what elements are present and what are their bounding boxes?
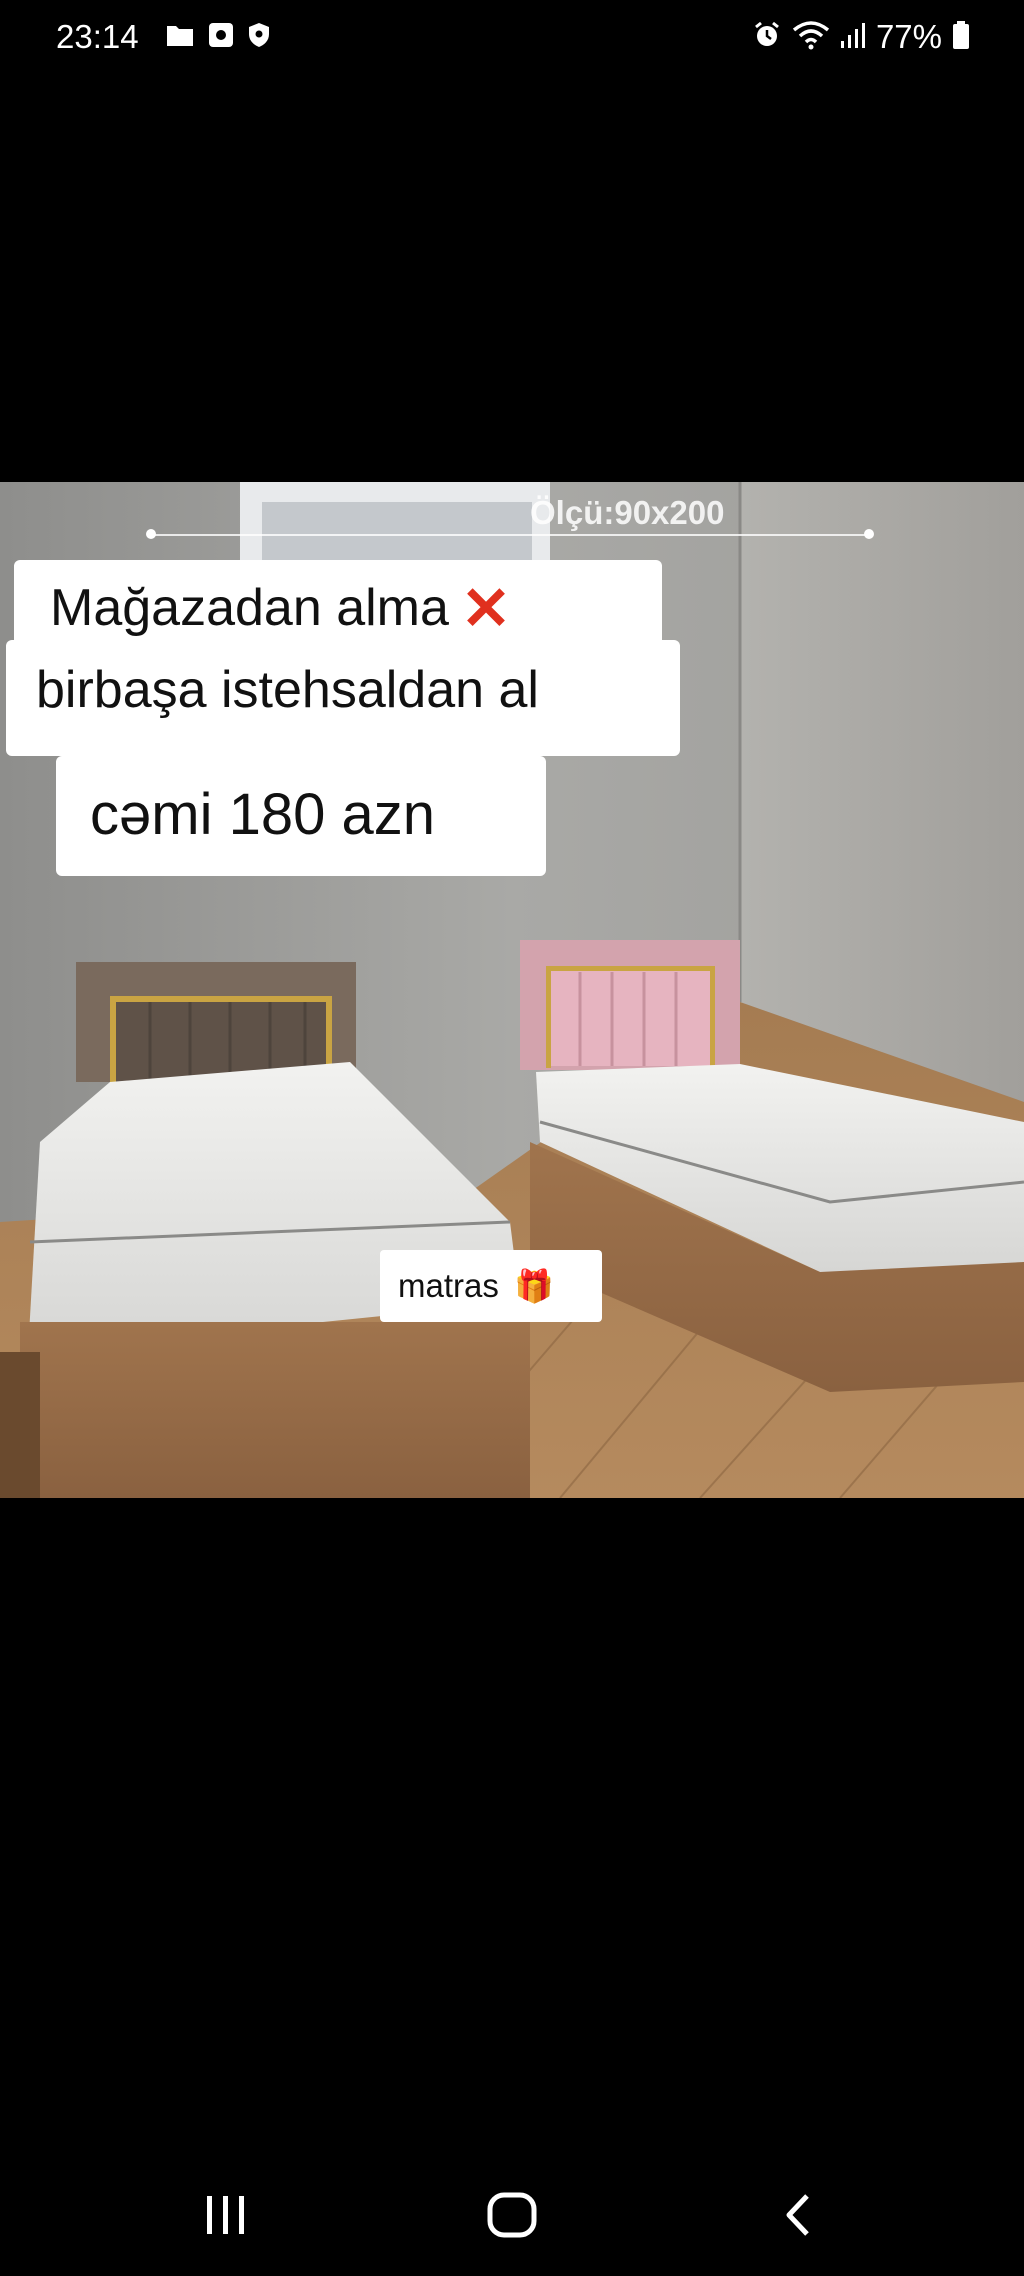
dimension-dot-right [864,529,874,539]
cross-mark-icon: ✕ [460,575,512,642]
status-left-icons [166,22,270,53]
status-bar: 23:14 77% [0,0,1024,80]
navigation-bar [0,2160,1024,2276]
wifi-icon [792,20,830,55]
signal-icon [840,21,866,54]
home-button[interactable] [472,2180,552,2250]
recent-apps-icon [207,2196,244,2234]
headline-line-2: birbaşa istehsaldan al [6,640,680,756]
alarm-icon [752,20,782,55]
battery-icon [952,20,970,55]
mattress-tag: matras 🎁 [380,1250,602,1322]
dimension-label: Ölçü:90x200 [530,494,725,531]
recent-apps-button[interactable] [186,2180,266,2250]
camera-app-icon [208,22,234,53]
dimension-dot-left [146,529,156,539]
back-button[interactable] [758,2180,838,2250]
status-right: 77% [752,18,970,56]
folder-icon [166,23,194,52]
price-text: cəmi 180 azn [90,782,435,847]
back-icon [786,2194,809,2236]
headline-line-2-text: birbaşa istehsaldan al [36,661,539,719]
gift-icon: 🎁 [514,1268,554,1304]
battery-percent: 77% [875,18,942,55]
home-icon [487,2192,537,2238]
dimension-line [150,534,870,536]
headline-line-1-text: Mağazadan alma [50,579,449,637]
shield-icon [248,22,270,53]
mattress-tag-text: matras [398,1267,499,1304]
status-time: 23:14 [56,18,139,55]
price-caption: cəmi 180 azn [56,756,546,876]
